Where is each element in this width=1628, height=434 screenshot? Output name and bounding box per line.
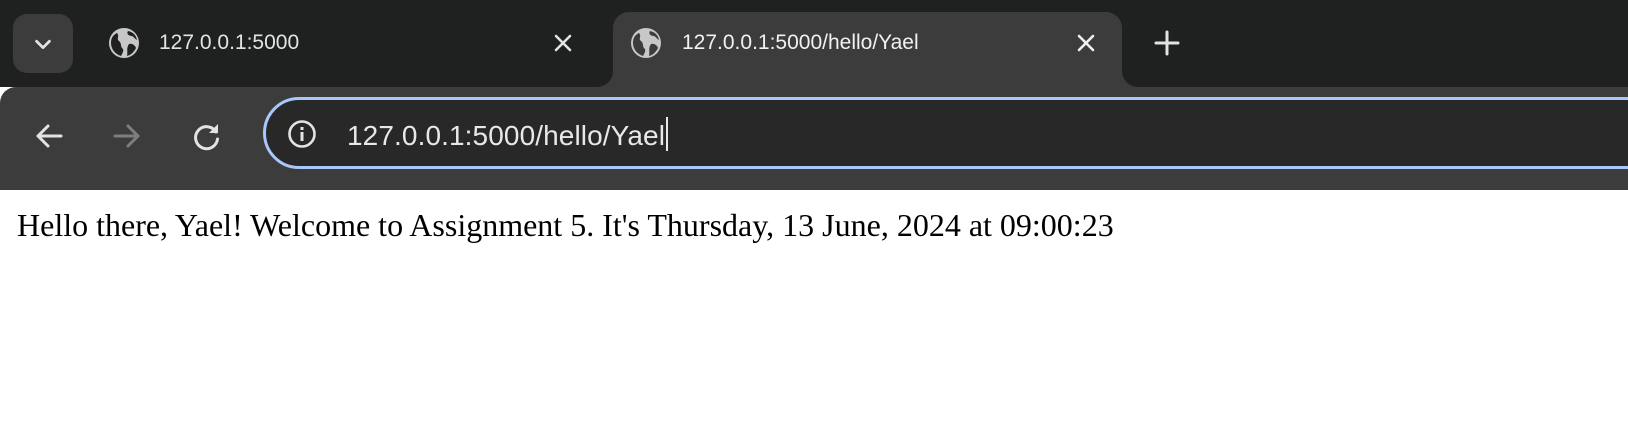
plus-icon <box>1154 30 1180 56</box>
back-button[interactable] <box>30 117 68 155</box>
close-icon <box>1077 34 1095 52</box>
new-tab-button[interactable] <box>1150 26 1184 60</box>
site-info-button[interactable] <box>286 118 318 150</box>
forward-button[interactable] <box>108 117 146 155</box>
reload-button[interactable] <box>188 117 226 155</box>
tab-strip: 127.0.0.1:5000 127.0.0.1:5000/hello/Yael <box>0 0 1628 87</box>
globe-icon <box>109 28 139 58</box>
tab-search-button[interactable] <box>13 14 73 73</box>
page-content: Hello there, Yael! Welcome to Assignment… <box>0 190 1628 434</box>
close-icon <box>554 34 572 52</box>
arrow-right-icon <box>113 124 140 148</box>
tab-2-active[interactable]: 127.0.0.1:5000/hello/Yael <box>613 12 1122 87</box>
address-bar[interactable]: 127.0.0.1:5000/hello/Yael <box>263 97 1628 169</box>
tab-title: 127.0.0.1:5000/hello/Yael <box>682 31 919 54</box>
close-tab-button[interactable] <box>549 29 577 57</box>
url-input[interactable]: 127.0.0.1:5000/hello/Yael <box>347 117 669 152</box>
globe-icon <box>631 28 661 58</box>
close-tab-button[interactable] <box>1072 29 1100 57</box>
browser-window: 127.0.0.1:5000 127.0.0.1:5000/hello/Yael <box>0 0 1628 434</box>
toolbar: 127.0.0.1:5000/hello/Yael <box>0 87 1628 190</box>
arrow-left-icon <box>36 124 63 148</box>
reload-icon <box>194 124 219 151</box>
text-caret <box>666 117 669 151</box>
chevron-down-icon <box>35 39 51 49</box>
url-value: 127.0.0.1:5000/hello/Yael <box>347 120 666 151</box>
tab-title: 127.0.0.1:5000 <box>159 31 300 54</box>
greeting-message: Hello there, Yael! Welcome to Assignment… <box>17 207 1114 243</box>
info-icon <box>288 120 316 148</box>
tab-1[interactable]: 127.0.0.1:5000 <box>92 12 602 87</box>
